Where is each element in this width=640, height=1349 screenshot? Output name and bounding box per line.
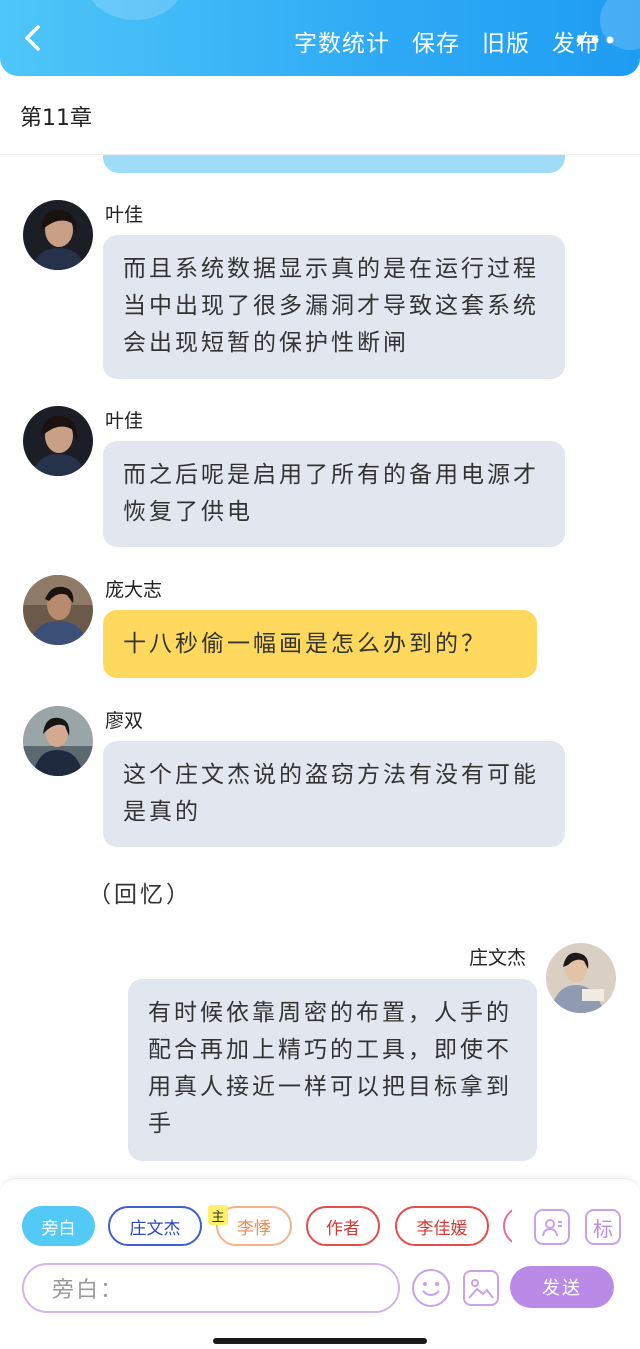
- emoji-icon[interactable]: [412, 1269, 450, 1307]
- message-bubble[interactable]: 而之后呢是启用了所有的备用电源才恢复了供电: [103, 441, 565, 547]
- old-version-button[interactable]: 旧版: [482, 24, 530, 58]
- message-input[interactable]: 旁白：: [22, 1263, 400, 1313]
- speaker-name: 叶佳: [105, 204, 144, 226]
- avatar[interactable]: [23, 575, 93, 645]
- speaker-name: 叶佳: [105, 410, 144, 432]
- compose-panel: 主 旁白 庄文杰 李悸 作者 李佳媛 标 旁白： 发送: [0, 1178, 640, 1319]
- decoration: [85, 0, 185, 20]
- avatar[interactable]: [23, 200, 93, 270]
- role-chip[interactable]: [503, 1206, 512, 1246]
- role-chip[interactable]: 作者: [306, 1206, 380, 1246]
- send-button[interactable]: 发送: [510, 1266, 614, 1308]
- avatar[interactable]: [23, 406, 93, 476]
- message-bubble[interactable]: 十八秒偷一幅画是怎么办到的？: [103, 610, 537, 678]
- role-chip[interactable]: 李佳媛: [395, 1206, 489, 1246]
- role-selector[interactable]: 旁白 庄文杰 李悸 作者 李佳媛: [22, 1206, 512, 1248]
- header-actions: 字数统计 保存 旧版 发布: [294, 24, 600, 58]
- message-bubble[interactable]: 而且系统数据显示真的是在运行过程当中出现了很多漏洞才导致这套系统会出现短暂的保护…: [103, 235, 565, 379]
- mark-button[interactable]: 标: [585, 1209, 621, 1245]
- speaker-name: 庞大志: [105, 579, 163, 601]
- avatar[interactable]: [546, 943, 616, 1013]
- speaker-name: 廖双: [105, 710, 144, 732]
- message-bubble-partial: [103, 155, 565, 173]
- role-chip[interactable]: 庄文杰: [108, 1206, 202, 1246]
- message-bubble[interactable]: 这个庄文杰说的盗窃方法有没有可能是真的: [103, 741, 565, 847]
- chapter-title[interactable]: 第11章: [20, 100, 92, 132]
- main-role-badge: 主: [208, 1205, 228, 1225]
- avatar[interactable]: [23, 706, 93, 776]
- chapter-header: 第11章: [0, 76, 640, 155]
- more-icon[interactable]: [576, 36, 614, 44]
- role-chip-narrator[interactable]: 旁白: [22, 1206, 95, 1246]
- role-manage-icon[interactable]: [534, 1209, 570, 1245]
- word-count-button[interactable]: 字数统计: [294, 24, 390, 58]
- message-bubble[interactable]: 有时候依靠周密的布置，人手的配合再加上精巧的工具，即使不用真人接近一样可以把目标…: [128, 979, 537, 1161]
- back-icon[interactable]: [18, 22, 50, 54]
- chat-area[interactable]: 叶佳 而且系统数据显示真的是在运行过程当中出现了很多漏洞才导致这套系统会出现短暂…: [0, 155, 640, 1175]
- image-icon[interactable]: [463, 1270, 499, 1306]
- top-nav-bar: 字数统计 保存 旧版 发布: [0, 0, 640, 76]
- home-indicator[interactable]: [213, 1338, 427, 1344]
- save-button[interactable]: 保存: [412, 24, 460, 58]
- speaker-name: 庄文杰: [469, 947, 527, 969]
- narration-text[interactable]: （回忆）: [88, 875, 192, 909]
